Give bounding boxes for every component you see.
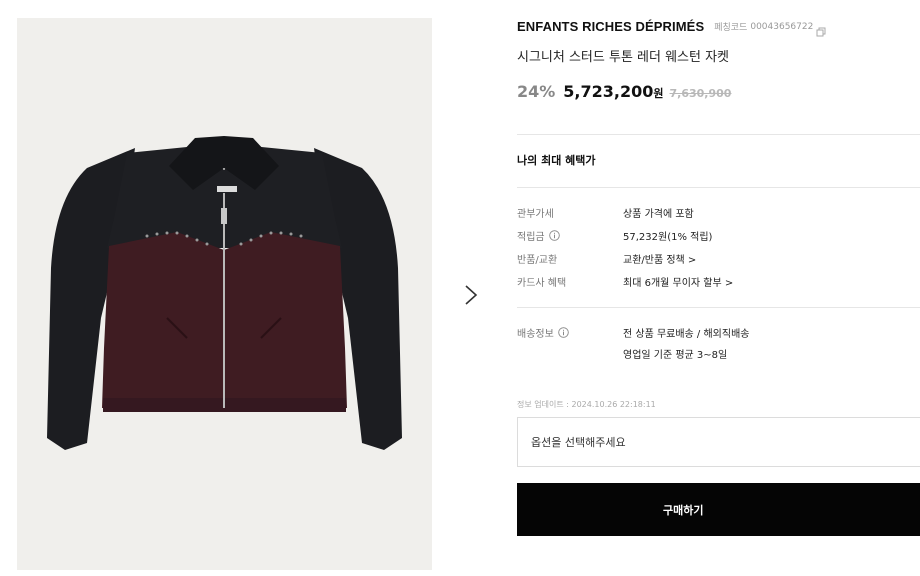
return-exchange-row: 반품/교환 교환/반품 정책 > xyxy=(517,249,920,267)
points-label-wrap: 적립금 xyxy=(517,228,623,243)
shipping-free: 전 상품 무료배송 / 해외직배송 xyxy=(623,328,750,340)
customs-duty-row: 관부가세 상품 가격에 포함 xyxy=(517,203,920,221)
buy-button-label: 구매하기 xyxy=(663,503,704,517)
divider xyxy=(517,134,920,135)
info-icon[interactable] xyxy=(548,229,560,241)
brand-row: ENFANTS RICHES DÉPRIMÉS 페칭코드 00043656722 xyxy=(517,19,826,36)
shipping-duration: 영업일 기준 평균 3~8일 xyxy=(623,349,728,361)
divider xyxy=(517,187,920,188)
return-policy-link[interactable]: 교환/반품 정책 > xyxy=(623,251,696,266)
currency-unit: 원 xyxy=(653,87,664,100)
shipping-duration-row: 영업일 기준 평균 3~8일 xyxy=(517,344,920,362)
customs-duty-value: 상품 가격에 포함 xyxy=(623,208,694,220)
card-benefit-label: 카드사 혜택 xyxy=(517,277,567,289)
installment-link[interactable]: 최대 6개월 무이자 할부 > xyxy=(623,274,733,289)
fetching-code-value: 00043656722 xyxy=(750,21,814,32)
points-label: 적립금 xyxy=(517,231,545,243)
max-benefit-title: 나의 최대 혜택가 xyxy=(517,154,596,167)
sale-price: 5,723,200 xyxy=(563,82,654,101)
product-info-panel: ENFANTS RICHES DÉPRIMÉS 페칭코드 00043656722… xyxy=(517,0,920,576)
points-value: 57,232원(1% 적립) xyxy=(623,231,713,243)
shipping-row: 배송정보 전 상품 무료배송 / 해외직배송 xyxy=(517,323,920,341)
shipping-label: 배송정보 xyxy=(517,328,554,340)
customs-duty-label: 관부가세 xyxy=(517,208,554,220)
points-row: 적립금 57,232원(1% 적립) xyxy=(517,226,920,244)
next-image-arrow-icon[interactable] xyxy=(460,280,482,310)
jacket-illustration xyxy=(47,136,402,450)
shipping-label-wrap: 배송정보 xyxy=(517,325,623,340)
fetching-code-label: 페칭코드 xyxy=(714,23,748,33)
card-benefit-row: 카드사 혜택 최대 6개월 무이자 할부 > xyxy=(517,272,920,290)
return-exchange-label: 반품/교환 xyxy=(517,254,558,266)
buy-button[interactable]: 구매하기 xyxy=(517,483,920,536)
product-image xyxy=(17,18,432,570)
product-name: 시그니처 스터드 투톤 레더 웨스턴 자켓 xyxy=(517,50,730,65)
copy-icon[interactable] xyxy=(816,22,826,36)
price-row: 24% 5,723,200 원 7,630,900 xyxy=(517,82,731,101)
option-placeholder: 옵션을 선택해주세요 xyxy=(531,436,626,449)
brand-name[interactable]: ENFANTS RICHES DÉPRIMÉS xyxy=(517,19,704,34)
option-select[interactable]: 옵션을 선택해주세요 xyxy=(517,417,920,467)
original-price: 7,630,900 xyxy=(669,87,732,100)
discount-rate: 24% xyxy=(517,82,556,101)
info-icon[interactable] xyxy=(558,326,569,338)
divider xyxy=(517,307,920,308)
info-update-timestamp: 정보 업데이트 : 2024.10.26 22:18:11 xyxy=(517,400,656,409)
